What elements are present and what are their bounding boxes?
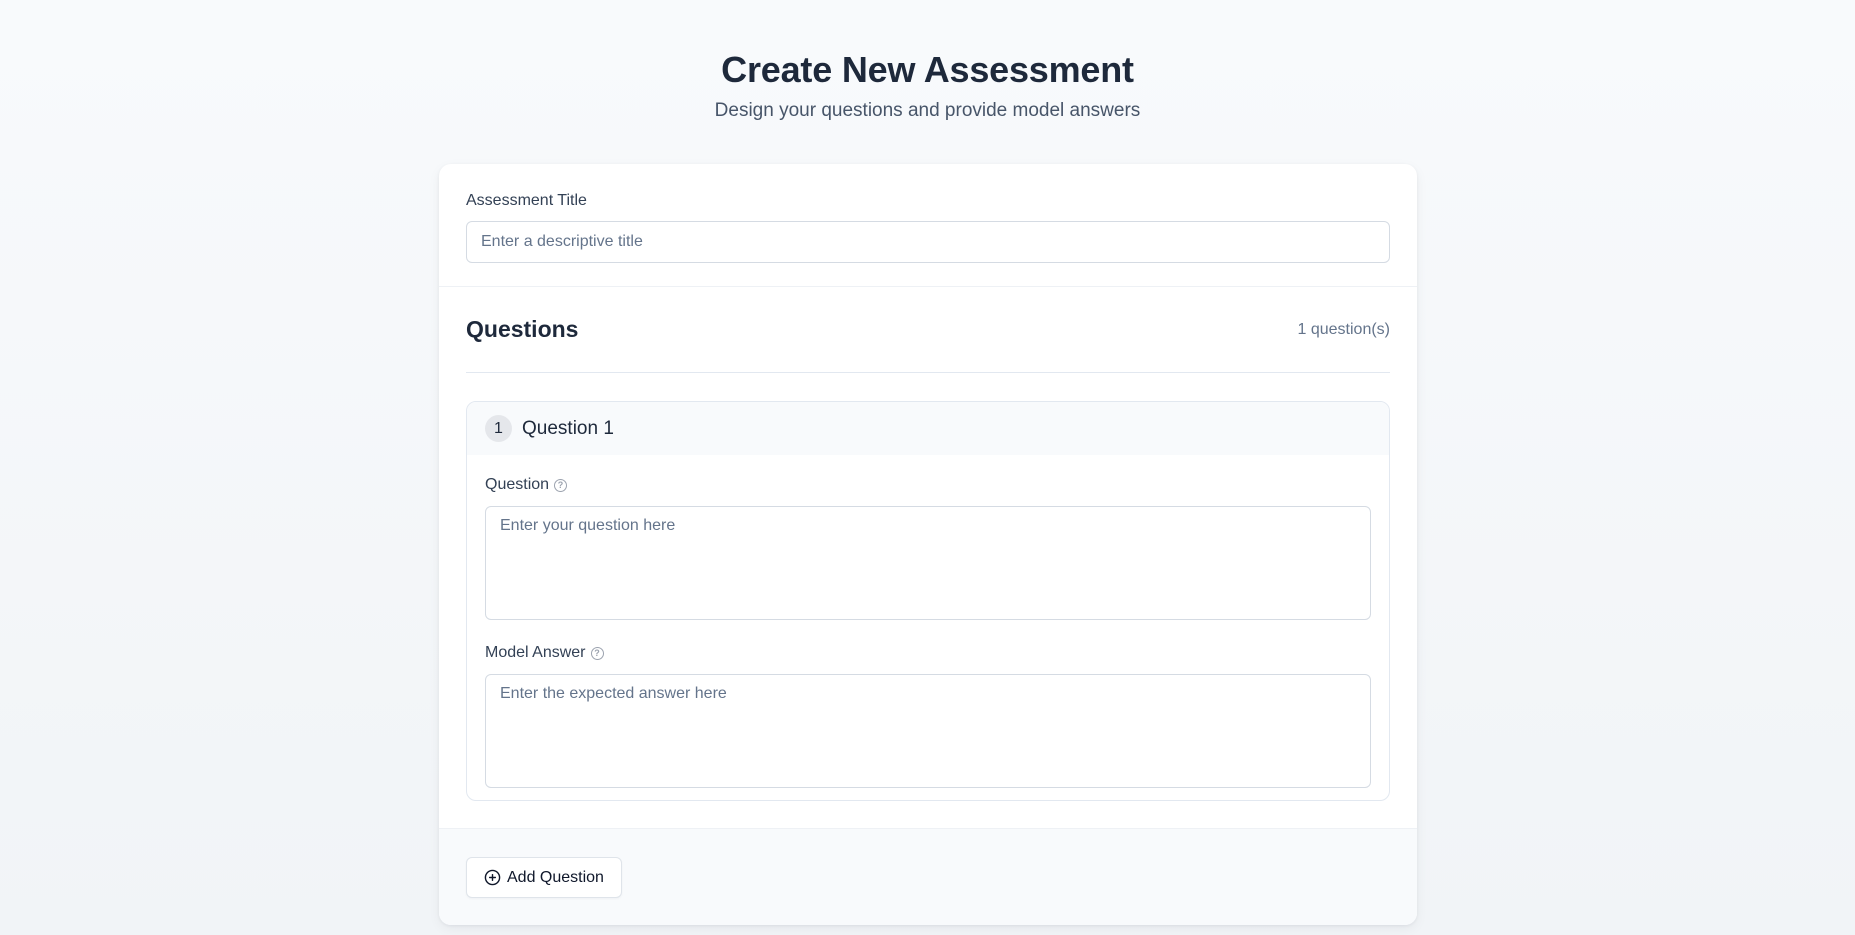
questions-heading: Questions [466,316,579,342]
assessment-form-card: Assessment Title Questions 1 question(s)… [439,164,1417,925]
add-question-label: Add Question [507,868,604,886]
page-header: Create New Assessment Design your questi… [0,48,1855,124]
assessment-title-label: Assessment Title [466,192,587,209]
assessment-title-input[interactable] [466,221,1390,263]
assessment-title-section: Assessment Title [439,164,1417,287]
question-card-title: Question 1 [522,417,614,439]
add-question-button[interactable]: Add Question [466,857,622,898]
help-circle-icon[interactable]: ? [554,478,568,492]
questions-header: Questions 1 question(s) [466,287,1390,373]
question-label: Question [485,476,550,493]
page-subtitle: Design your questions and provide model … [714,100,1141,121]
help-circle-icon[interactable]: ? [590,646,604,660]
form-footer: Add Question [439,828,1417,925]
page-title: Create New Assessment [721,49,1134,90]
model-answer-label-row: Model Answer ? [485,643,1371,663]
model-answer-block: Model Answer ? [485,643,1371,788]
question-card-header: 1 Question 1 [467,402,1389,455]
plus-circle-icon [484,869,501,886]
question-card-body: Question ? Model Answer ? [467,455,1389,788]
question-card: 1 Question 1 Question ? Model Answer ? [466,401,1390,801]
questions-section: Questions 1 question(s) 1 Question 1 Que… [439,287,1417,801]
model-answer-textarea[interactable] [485,674,1371,788]
model-answer-label: Model Answer [485,644,586,661]
question-textarea[interactable] [485,506,1371,620]
questions-count: 1 question(s) [1297,320,1391,338]
question-number-badge: 1 [485,415,512,442]
question-label-row: Question ? [485,475,1371,495]
